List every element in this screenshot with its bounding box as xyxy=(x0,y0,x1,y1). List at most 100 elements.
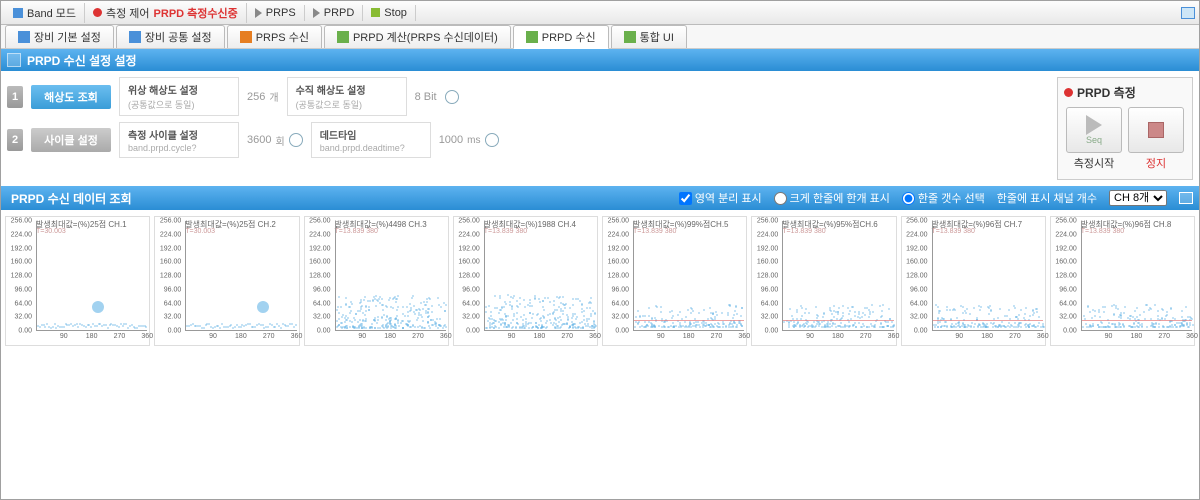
app-window: Band 모드 측정 제어 PRPD 측정수신중 PRPS PRPD Stop … xyxy=(0,0,1200,500)
chart-ch1[interactable]: 발생최대값=(%)25점 CH.1T=30.0030.0032.0064.009… xyxy=(5,216,150,346)
refresh-icon[interactable] xyxy=(445,90,459,104)
x-axis: 90180270360 xyxy=(335,333,446,345)
chart-ch3[interactable]: 발생최대값=(%)4498 CH.3T=13.839 3800.0032.006… xyxy=(304,216,449,346)
radio-input[interactable] xyxy=(774,192,787,205)
chart-ch5[interactable]: 발생최대값=(%)99%점CH.5T=13.839 3800.0032.0064… xyxy=(602,216,747,346)
big-single-radio[interactable]: 크게 한줄에 한개 표시 xyxy=(774,190,890,206)
plot-area xyxy=(633,221,744,331)
checkbox-input[interactable] xyxy=(679,192,692,205)
vertical-resolution-field: 수직 해상도 설정 (공통값으로 동일) xyxy=(287,77,407,116)
field-sub: (공통값으로 동일) xyxy=(128,98,230,111)
measure-start-wrap: Seq 측정시작 xyxy=(1066,107,1122,171)
measure-status: PRPD 측정수신중 xyxy=(154,5,238,21)
prps-button[interactable]: PRPS xyxy=(247,5,305,21)
radio-label: 크게 한줄에 한개 표시 xyxy=(790,190,890,206)
prpd-button[interactable]: PRPD xyxy=(305,5,364,21)
tab-strip: 장비 기본 설정 장비 공통 설정 PRPS 수신 PRPD 계산(PRPS 수… xyxy=(1,25,1199,49)
record-icon xyxy=(1064,88,1073,97)
data-controls: 영역 분리 표시 크게 한줄에 한개 표시 한줄 갯수 선택 한줄에 표시 채널… xyxy=(679,190,1193,206)
play-icon xyxy=(255,8,262,18)
antenna-icon xyxy=(240,31,252,43)
checkbox-label: 영역 분리 표시 xyxy=(695,190,762,206)
stop-label: Stop xyxy=(384,7,407,19)
plot-area xyxy=(185,221,296,331)
stop-icon xyxy=(1148,122,1164,138)
stop-icon xyxy=(371,8,380,17)
chart-ch6[interactable]: 발생최대값=(%)95%점CH.6T=13.839 3800.0032.0064… xyxy=(751,216,896,346)
field-label: 데드타임 xyxy=(320,127,422,142)
play-icon xyxy=(313,8,320,18)
settings-body: 1 해상도 조회 위상 해상도 설정 (공통값으로 동일) 256 개 수직 해… xyxy=(1,71,1199,186)
y-axis: 0.0032.0064.0096.00128.00160.00192.00224… xyxy=(6,221,34,331)
data-section-title: PRPD 수신 데이터 조회 xyxy=(7,190,132,207)
deadtime-value: 1000 ms xyxy=(439,133,499,147)
calc-icon xyxy=(337,31,349,43)
tab-label: PRPD 수신 xyxy=(542,29,596,45)
vert-res-value: 8 Bit xyxy=(415,91,437,103)
measure-stop-button[interactable] xyxy=(1128,107,1184,153)
cycle-row: 2 사이클 설정 측정 사이클 설정 band.prpd.cycle? 3600… xyxy=(7,122,1049,158)
chart-ch7[interactable]: 발생최대값=(%)96점 CH.7T=13.839 3800.0032.0064… xyxy=(901,216,1046,346)
measure-ctrl-label: 측정 제어 xyxy=(106,5,150,21)
measure-buttons: Seq 측정시작 정지 xyxy=(1062,103,1188,175)
section-title: PRPD 수신 설정 설정 xyxy=(27,52,137,69)
value-text: 256 xyxy=(247,91,265,103)
measure-stop-wrap: 정지 xyxy=(1128,107,1184,171)
plot-area xyxy=(782,221,893,331)
field-label: 위상 해상도 설정 xyxy=(128,82,230,97)
radio-label: 한줄 갯수 선택 xyxy=(918,190,985,206)
tab-label: 통합 UI xyxy=(640,29,674,45)
chart-ch4[interactable]: 발생최대값=(%)1988 CH.4T=13.839 3800.0032.006… xyxy=(453,216,598,346)
value-text: 1000 xyxy=(439,134,463,146)
row-number: 1 xyxy=(7,86,23,108)
y-axis: 0.0032.0064.0096.00128.00160.00192.00224… xyxy=(603,221,631,331)
field-sub: (공통값으로 동일) xyxy=(296,98,398,111)
row-number: 2 xyxy=(7,129,23,151)
measure-control-button[interactable]: 측정 제어 PRPD 측정수신중 xyxy=(85,3,247,23)
settings-section-header: PRPD 수신 설정 설정 xyxy=(1,49,1199,71)
tab-prpd-calc[interactable]: PRPD 계산(PRPS 수신데이터) xyxy=(324,25,511,48)
measure-start-button[interactable]: Seq xyxy=(1066,107,1122,153)
resolution-row: 1 해상도 조회 위상 해상도 설정 (공통값으로 동일) 256 개 수직 해… xyxy=(7,77,1049,116)
detach-icon[interactable] xyxy=(1179,192,1193,204)
tab-prps-recv[interactable]: PRPS 수신 xyxy=(227,25,322,48)
settings-left: 1 해상도 조회 위상 해상도 설정 (공통값으로 동일) 256 개 수직 해… xyxy=(7,77,1049,180)
record-icon xyxy=(93,8,102,17)
cycle-setting-button[interactable]: 사이클 설정 xyxy=(31,128,111,152)
x-axis: 90180270360 xyxy=(633,333,744,345)
chart-icon xyxy=(526,31,538,43)
chart-ch2[interactable]: 발생최대값=(%)25점 CH.2T=30.0030.0032.0064.009… xyxy=(154,216,299,346)
row-count-radio[interactable]: 한줄 갯수 선택 xyxy=(902,190,985,206)
x-axis: 90180270360 xyxy=(782,333,893,345)
refresh-icon[interactable] xyxy=(289,133,303,147)
band-mode-label: Band 모드 xyxy=(27,5,76,21)
refresh-icon[interactable] xyxy=(485,133,499,147)
split-display-checkbox[interactable]: 영역 분리 표시 xyxy=(679,190,762,206)
radio-input[interactable] xyxy=(902,192,915,205)
tab-label: 장비 공통 설정 xyxy=(145,29,212,45)
channel-count-select[interactable]: CH 8개 xyxy=(1109,190,1167,206)
x-axis: 90180270360 xyxy=(36,333,147,345)
maximize-icon[interactable] xyxy=(1181,7,1195,19)
tab-common-settings[interactable]: 장비 공통 설정 xyxy=(116,25,225,48)
y-axis: 0.0032.0064.0096.00128.00160.00192.00224… xyxy=(752,221,780,331)
stop-button[interactable]: Stop xyxy=(363,5,416,21)
unit-text: ms xyxy=(467,135,480,146)
measure-title-text: PRPD 측정 xyxy=(1077,84,1136,101)
title-text: PRPD 수신 데이터 조회 xyxy=(11,190,132,207)
y-axis: 0.0032.0064.0096.00128.00160.00192.00224… xyxy=(902,221,930,331)
play-icon xyxy=(1086,115,1102,135)
tab-label: 장비 기본 설정 xyxy=(34,29,101,45)
x-axis: 90180270360 xyxy=(1081,333,1192,345)
band-icon xyxy=(13,8,23,18)
tab-basic-settings[interactable]: 장비 기본 설정 xyxy=(5,25,114,48)
resolution-query-button[interactable]: 해상도 조회 xyxy=(31,85,111,109)
y-axis: 0.0032.0064.0096.00128.00160.00192.00224… xyxy=(155,221,183,331)
stop-caption: 정지 xyxy=(1128,153,1184,171)
ui-icon xyxy=(624,31,636,43)
tab-integrated-ui[interactable]: 통합 UI xyxy=(611,25,687,48)
tab-prpd-recv[interactable]: PRPD 수신 xyxy=(513,25,609,49)
band-mode-button[interactable]: Band 모드 xyxy=(5,3,85,23)
measure-title: PRPD 측정 xyxy=(1062,82,1188,103)
chart-ch8[interactable]: 발생최대값=(%)96점 CH.8T=13.839 3800.0032.0064… xyxy=(1050,216,1195,346)
